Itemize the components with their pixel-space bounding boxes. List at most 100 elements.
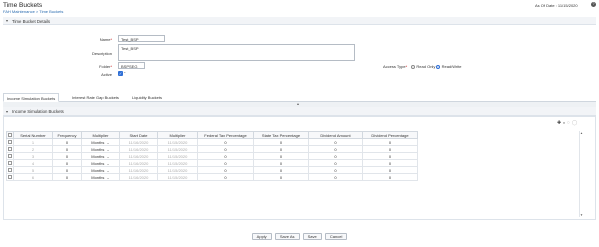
read-write-radio[interactable] xyxy=(436,64,441,69)
collapse-arrow-icon[interactable]: ▴ xyxy=(297,101,299,106)
state-tax-cell[interactable]: 0 xyxy=(253,138,309,146)
multiplier-2-cell[interactable]: 11/15/2020 xyxy=(157,166,198,174)
dropdown-icon[interactable]: ▾ xyxy=(563,121,565,125)
folder-select[interactable]: BSPSEG ⌄ xyxy=(118,62,145,74)
multiplier-2-cell[interactable]: 11/15/2020 xyxy=(157,138,198,146)
table-row[interactable]: 4 0 Months ⌄ 11/16/2020 11/15/2020 0 0 0 0 xyxy=(6,159,418,167)
start-date-cell[interactable]: 11/16/2020 xyxy=(119,145,158,153)
federal-tax-cell[interactable]: 0 xyxy=(197,138,254,146)
delete-icon[interactable]: ○ xyxy=(567,120,570,126)
multiplier-2-cell[interactable]: 11/15/2020 xyxy=(157,159,198,167)
dividend-percentage-cell[interactable]: 0 xyxy=(362,166,418,174)
select-all-checkbox[interactable] xyxy=(8,133,12,138)
multiplier-select[interactable]: Months ⌄ xyxy=(81,166,120,174)
row-checkbox[interactable] xyxy=(8,168,12,173)
scroll-up-icon[interactable]: ▲ xyxy=(580,131,583,135)
frequency-cell[interactable]: 0 xyxy=(52,166,82,174)
name-field[interactable]: Test_BSP xyxy=(118,35,165,42)
row-select-cell[interactable] xyxy=(6,145,14,153)
table-row[interactable]: 6 0 Months ⌄ 11/16/2020 11/15/2020 0 0 0 0 xyxy=(6,173,418,181)
grid-scrollbar[interactable]: ▲ ▼ xyxy=(579,131,583,217)
multiplier-select[interactable]: Months ⌄ xyxy=(81,152,120,160)
select-all-header[interactable] xyxy=(6,131,14,139)
table-row[interactable]: 5 0 Months ⌄ 11/16/2020 11/15/2020 0 0 0 0 xyxy=(6,166,418,174)
serial-number-cell[interactable]: 1 xyxy=(13,138,53,146)
state-tax-cell[interactable]: 0 xyxy=(253,166,309,174)
federal-tax-cell[interactable]: 0 xyxy=(197,145,254,153)
row-checkbox[interactable] xyxy=(8,140,12,145)
row-select-cell[interactable] xyxy=(6,166,14,174)
dividend-percentage-cell[interactable]: 0 xyxy=(362,152,418,160)
scroll-down-icon[interactable]: ▼ xyxy=(580,213,583,217)
row-select-cell[interactable] xyxy=(6,159,14,167)
col-serial-number[interactable]: Serial Number xyxy=(13,131,53,139)
col-multiplier[interactable]: Multiplier xyxy=(81,131,120,139)
serial-number-cell[interactable]: 3 xyxy=(13,152,53,160)
collapse-chevron-icon[interactable]: ▾ xyxy=(6,109,8,114)
row-checkbox[interactable] xyxy=(8,161,12,166)
multiplier-select[interactable]: Months ⌄ xyxy=(81,173,120,181)
tab-liquidity-buckets[interactable]: Liquidity Buckets xyxy=(129,93,165,102)
frequency-cell[interactable]: 0 xyxy=(52,145,82,153)
frequency-cell[interactable]: 0 xyxy=(52,173,82,181)
federal-tax-cell[interactable]: 0 xyxy=(197,159,254,167)
row-select-cell[interactable] xyxy=(6,173,14,181)
add-icon[interactable]: ✚ xyxy=(557,120,561,126)
start-date-cell[interactable]: 11/16/2020 xyxy=(119,159,158,167)
federal-tax-cell[interactable]: 0 xyxy=(197,166,254,174)
active-checkbox[interactable]: ✓ xyxy=(118,71,123,76)
dividend-amount-cell[interactable]: 0 xyxy=(308,145,363,153)
dividend-amount-cell[interactable]: 0 xyxy=(308,159,363,167)
dividend-percentage-cell[interactable]: 0 xyxy=(362,173,418,181)
dividend-percentage-cell[interactable]: 0 xyxy=(362,159,418,167)
start-date-cell[interactable]: 11/16/2020 xyxy=(119,173,158,181)
col-multiplier-2[interactable]: Multiplier xyxy=(157,131,198,139)
start-date-cell[interactable]: 11/16/2020 xyxy=(119,138,158,146)
dividend-amount-cell[interactable]: 0 xyxy=(308,152,363,160)
breadcrumb[interactable]: FAH Maintenance > Time Buckets xyxy=(3,9,63,14)
col-state-tax-percentage[interactable]: State Tax Percentage xyxy=(253,131,309,139)
col-federal-tax-percentage[interactable]: Federal Tax Percentage xyxy=(197,131,254,139)
multiplier-select[interactable]: Months ⌄ xyxy=(81,145,120,153)
multiplier-select[interactable]: Months ⌄ xyxy=(81,138,120,146)
multiplier-2-cell[interactable]: 11/15/2020 xyxy=(157,152,198,160)
frequency-cell[interactable]: 0 xyxy=(52,152,82,160)
dividend-percentage-cell[interactable]: 0 xyxy=(362,138,418,146)
tab-interest-rate-gap-buckets[interactable]: Interest Rate Gap Buckets xyxy=(69,93,122,102)
state-tax-cell[interactable]: 0 xyxy=(253,173,309,181)
frequency-cell[interactable]: 0 xyxy=(52,159,82,167)
col-dividend-amount[interactable]: Dividend Amount xyxy=(308,131,363,139)
multiplier-2-cell[interactable]: 11/15/2020 xyxy=(157,173,198,181)
save-as-button[interactable]: Save As xyxy=(274,233,300,240)
col-dividend-percentage[interactable]: Dividend Percentage xyxy=(362,131,418,139)
dividend-amount-cell[interactable]: 0 xyxy=(308,166,363,174)
read-only-radio[interactable] xyxy=(411,64,416,69)
cancel-button[interactable]: Cancel xyxy=(324,233,348,240)
help-icon[interactable]: ? xyxy=(591,2,596,7)
tab-income-simulation-buckets[interactable]: Income Simulation Buckets xyxy=(3,93,60,102)
dividend-amount-cell[interactable]: 0 xyxy=(308,173,363,181)
table-row[interactable]: 3 0 Months ⌄ 11/16/2020 11/15/2020 0 0 0 0 xyxy=(6,152,418,160)
state-tax-cell[interactable]: 0 xyxy=(253,145,309,153)
state-tax-cell[interactable]: 0 xyxy=(253,152,309,160)
view-icon[interactable]: ◯ xyxy=(572,120,578,126)
start-date-cell[interactable]: 11/16/2020 xyxy=(119,166,158,174)
row-checkbox[interactable] xyxy=(8,154,12,159)
dividend-percentage-cell[interactable]: 0 xyxy=(362,145,418,153)
serial-number-cell[interactable]: 6 xyxy=(13,173,53,181)
row-checkbox[interactable] xyxy=(8,175,12,180)
dividend-amount-cell[interactable]: 0 xyxy=(308,138,363,146)
serial-number-cell[interactable]: 5 xyxy=(13,166,53,174)
collapse-chevron-icon[interactable]: ▾ xyxy=(6,18,8,23)
table-row[interactable]: 1 0 Months ⌄ 11/16/2020 11/15/2020 0 0 0 0 xyxy=(6,138,418,146)
col-start-date[interactable]: Start Date xyxy=(119,131,158,139)
frequency-cell[interactable]: 0 xyxy=(52,138,82,146)
row-select-cell[interactable] xyxy=(6,152,14,160)
row-checkbox[interactable] xyxy=(8,147,12,152)
description-field[interactable]: Test_BSP xyxy=(118,44,355,61)
federal-tax-cell[interactable]: 0 xyxy=(197,173,254,181)
serial-number-cell[interactable]: 2 xyxy=(13,145,53,153)
start-date-cell[interactable]: 11/16/2020 xyxy=(119,152,158,160)
income-simulation-buckets-header[interactable]: ▾ Income Simulation Buckets xyxy=(3,107,596,116)
multiplier-2-cell[interactable]: 11/15/2020 xyxy=(157,145,198,153)
